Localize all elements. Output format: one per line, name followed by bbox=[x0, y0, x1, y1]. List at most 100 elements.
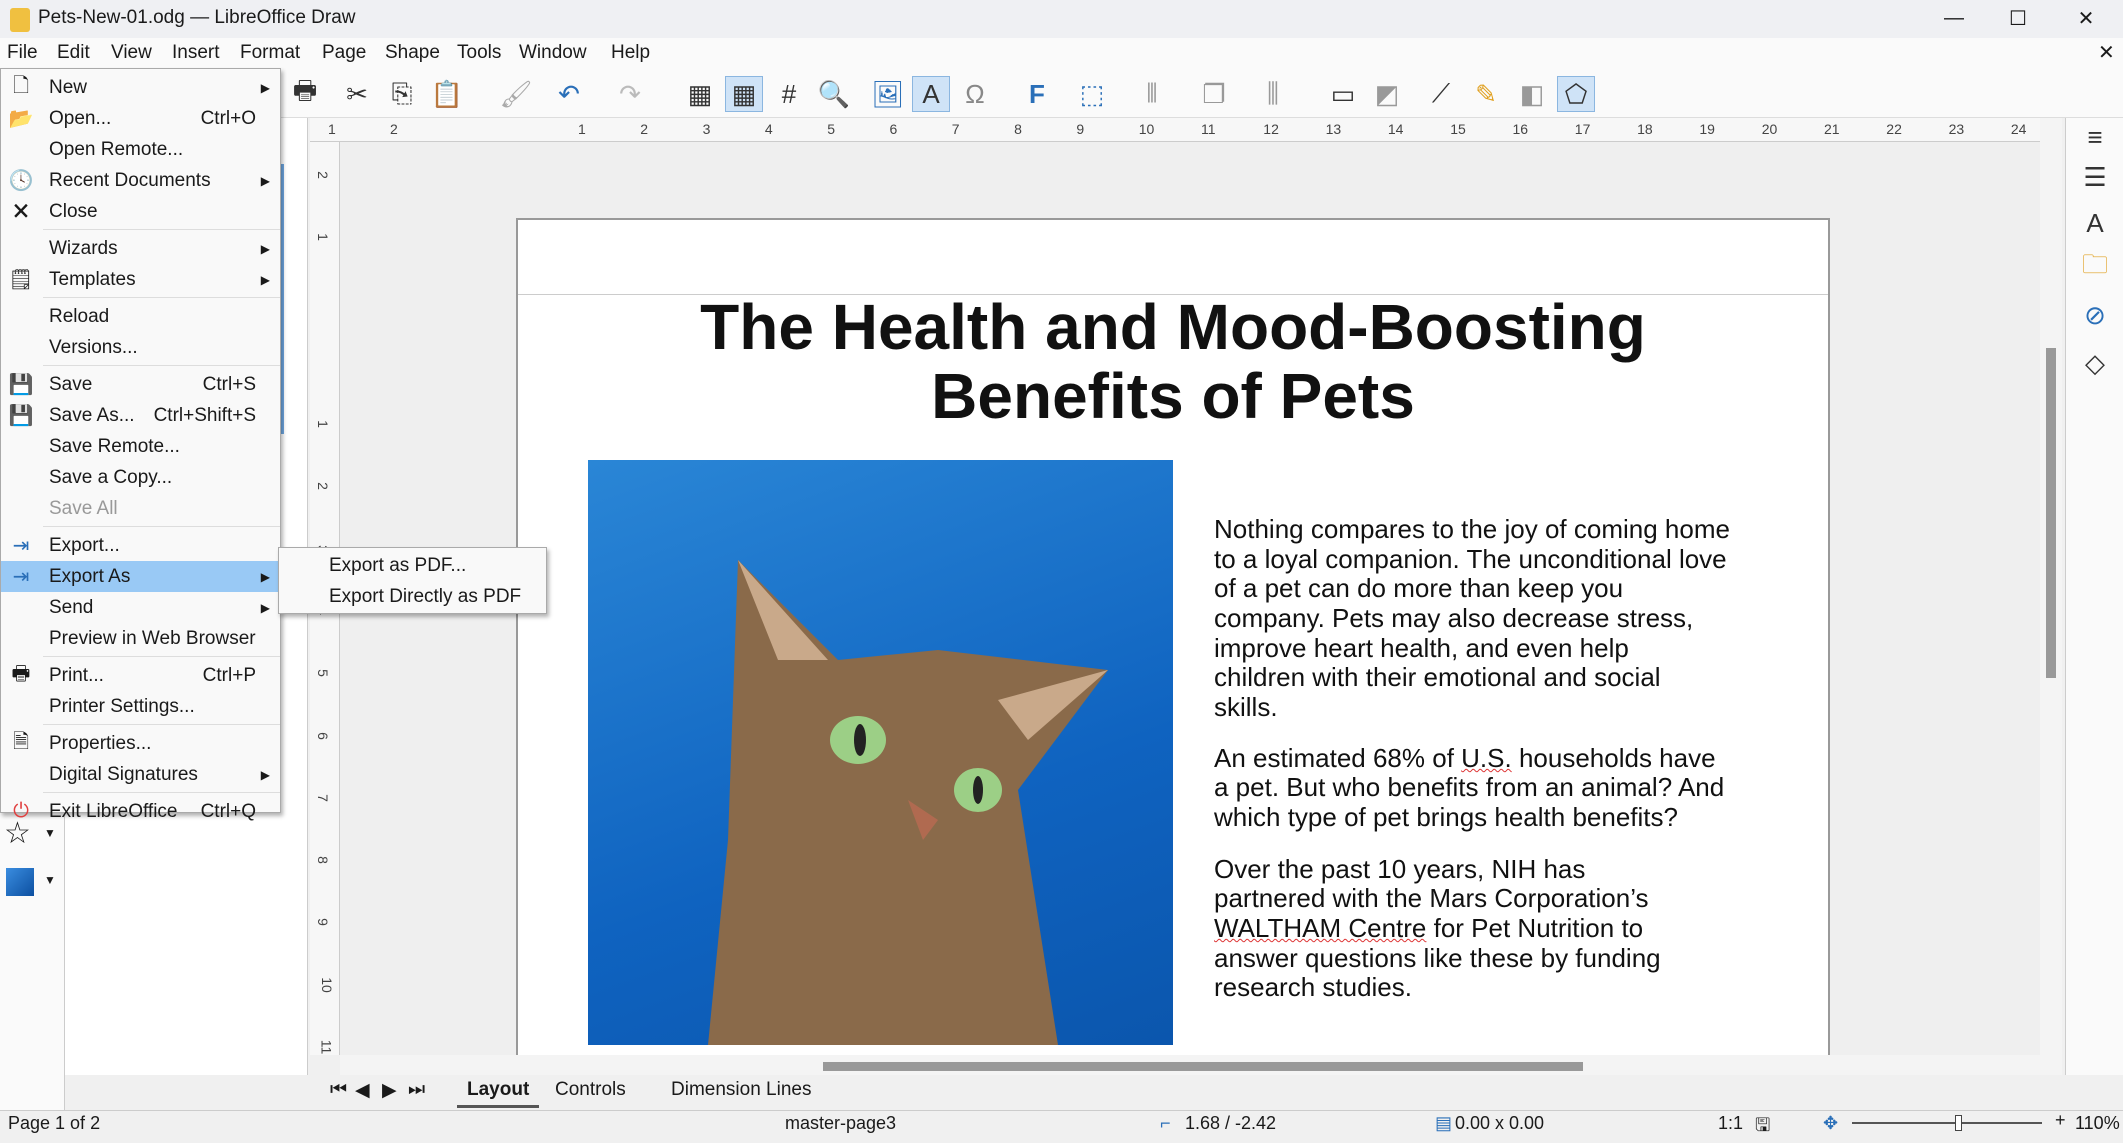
menu-window[interactable]: Window bbox=[519, 42, 587, 64]
cat-photo[interactable] bbox=[588, 460, 1173, 1045]
body-line[interactable]: Nothing compares to the joy of coming ho… bbox=[1214, 514, 1730, 545]
body-line[interactable]: skills. bbox=[1214, 692, 1278, 723]
last-tab-icon[interactable]: ⏭ bbox=[408, 1079, 425, 1101]
shapes-icon[interactable]: ◇ bbox=[2076, 344, 2114, 382]
body-line[interactable]: children with their emotional and social bbox=[1214, 662, 1661, 693]
glue-points-icon[interactable]: ✎ bbox=[1467, 76, 1505, 112]
menu-item-reload[interactable]: Reload bbox=[1, 301, 280, 332]
menu-page[interactable]: Page bbox=[322, 42, 366, 64]
transformations-icon[interactable]: ⬚ bbox=[1073, 76, 1111, 112]
menu-item-versions[interactable]: Versions... bbox=[1, 332, 280, 363]
copy-icon[interactable]: ⎘ bbox=[383, 76, 421, 112]
menu-format[interactable]: Format bbox=[240, 42, 300, 64]
menu-insert[interactable]: Insert bbox=[172, 42, 220, 64]
previous-tab-icon[interactable]: ◀ bbox=[355, 1079, 370, 1102]
menu-shape[interactable]: Shape bbox=[385, 42, 440, 64]
menu-item-wizards[interactable]: Wizards ▶ bbox=[1, 233, 280, 264]
close-document-icon[interactable]: ✕ bbox=[2098, 40, 2115, 65]
zoom-icon[interactable]: 🔍 bbox=[815, 76, 853, 112]
menu-item-export-as-pdf[interactable]: Export as PDF... bbox=[279, 550, 546, 581]
tab-controls[interactable]: Controls bbox=[555, 1079, 626, 1101]
distribute-icon[interactable]: ⫼ bbox=[1254, 76, 1292, 112]
document-title-line-1[interactable]: The Health and Mood-Boosting bbox=[518, 290, 1828, 364]
paste-icon[interactable]: 📋 bbox=[428, 76, 466, 112]
zoom-slider[interactable] bbox=[1852, 1115, 2042, 1131]
menu-item-export-directly-as-pdf[interactable]: Export Directly as PDF bbox=[279, 581, 546, 612]
body-line[interactable]: answer questions like these by funding bbox=[1214, 943, 1661, 974]
menu-view[interactable]: View bbox=[111, 42, 152, 64]
align-icon[interactable]: ⫴ bbox=[1133, 76, 1171, 112]
body-line[interactable]: improve heart health, and even help bbox=[1214, 633, 1629, 664]
maximize-button[interactable]: ☐ bbox=[1986, 0, 2050, 36]
close-window-button[interactable]: ✕ bbox=[2054, 0, 2118, 36]
body-line[interactable]: of a pet can do more than keep you bbox=[1214, 573, 1623, 604]
body-line[interactable]: Over the past 10 years, NIH has bbox=[1214, 854, 1585, 885]
drawing-canvas[interactable]: The Health and Mood-Boosting Benefits of… bbox=[340, 142, 2040, 1055]
3d-objects-icon[interactable] bbox=[6, 868, 34, 896]
menu-item-send[interactable]: Send ▶ bbox=[1, 592, 280, 623]
redo-icon[interactable]: ↷ bbox=[611, 76, 649, 112]
fontwork-icon[interactable]: F bbox=[1018, 76, 1056, 112]
menu-item-templates[interactable]: 🗒 Templates ▶ bbox=[1, 264, 280, 295]
body-line[interactable]: research studies. bbox=[1214, 972, 1412, 1003]
chevron-down-icon[interactable]: ▼ bbox=[44, 873, 56, 887]
undo-icon[interactable]: ↶ bbox=[550, 76, 588, 112]
menu-item-new[interactable]: 🗋 New ▶ bbox=[1, 72, 280, 103]
tab-layout[interactable]: Layout bbox=[457, 1079, 540, 1108]
gallery-icon[interactable]: 🗀 bbox=[2076, 249, 2114, 287]
menu-item-properties[interactable]: 🗎 Properties... bbox=[1, 728, 280, 759]
textbox-icon[interactable]: A bbox=[912, 76, 950, 112]
menu-item-save[interactable]: 💾 Save Ctrl+S bbox=[1, 369, 280, 400]
menu-item-preview-in-web-browser[interactable]: Preview in Web Browser bbox=[1, 623, 280, 654]
misspelled-word[interactable]: WALTHAM Centre bbox=[1214, 913, 1426, 943]
vertical-scrollbar[interactable] bbox=[2040, 118, 2062, 1075]
body-line[interactable]: partnered with the Mars Corporation’s bbox=[1214, 883, 1649, 914]
zoom-slider-handle[interactable] bbox=[1955, 1115, 1962, 1131]
menu-item-close[interactable]: 🗙 Close bbox=[1, 196, 280, 227]
menu-edit[interactable]: Edit bbox=[57, 42, 90, 64]
menu-item-digital-signatures[interactable]: Digital Signatures ▶ bbox=[1, 759, 280, 790]
special-character-icon[interactable]: Ω bbox=[956, 76, 994, 112]
menu-item-save-remote[interactable]: Save Remote... bbox=[1, 431, 280, 462]
shadow-icon[interactable]: ▭ bbox=[1324, 76, 1362, 112]
body-line[interactable]: a pet. But who benefits from an animal? … bbox=[1214, 772, 1724, 803]
minimize-button[interactable]: — bbox=[1922, 0, 1986, 36]
clone-formatting-icon[interactable]: 🖌 bbox=[497, 76, 535, 112]
menu-item-export[interactable]: ⇥ Export... bbox=[1, 530, 280, 561]
body-line[interactable]: WALTHAM Centre for Pet Nutrition to bbox=[1214, 913, 1643, 944]
body-line[interactable]: An estimated 68% of U.S. households have bbox=[1214, 743, 1716, 774]
menu-item-save-as[interactable]: 💾 Save As... Ctrl+Shift+S bbox=[1, 400, 280, 431]
menu-item-export-as[interactable]: ⇥ Export As ▶ bbox=[1, 561, 280, 592]
vertical-scroll-thumb[interactable] bbox=[2046, 348, 2056, 678]
menu-help[interactable]: Help bbox=[611, 42, 650, 64]
points-icon[interactable]: ⟋ bbox=[1422, 76, 1460, 112]
menu-tools[interactable]: Tools bbox=[457, 42, 501, 64]
print-icon[interactable]: 🖶 bbox=[286, 75, 324, 112]
misspelled-word[interactable]: U.S. bbox=[1461, 743, 1512, 773]
body-line[interactable]: which type of pet brings health benefits… bbox=[1214, 802, 1678, 833]
menu-item-recent-documents[interactable]: 🕓 Recent Documents ▶ bbox=[1, 165, 280, 196]
properties-icon[interactable]: ☰ bbox=[2076, 158, 2114, 196]
menu-item-printer-settings[interactable]: Printer Settings... bbox=[1, 691, 280, 722]
menu-file[interactable]: File bbox=[7, 42, 38, 64]
horizontal-scroll-thumb[interactable] bbox=[823, 1062, 1583, 1071]
menu-item-print[interactable]: 🖶 Print... Ctrl+P bbox=[1, 660, 280, 691]
navigator-icon[interactable]: ⊘ bbox=[2076, 296, 2114, 334]
body-line[interactable]: company. Pets may also decrease stress, bbox=[1214, 603, 1693, 634]
menu-item-open-remote[interactable]: Open Remote... bbox=[1, 134, 280, 165]
tab-dimension-lines[interactable]: Dimension Lines bbox=[671, 1079, 811, 1101]
menu-item-exit-libreoffice[interactable]: ⏻ Exit LibreOffice Ctrl+Q bbox=[1, 796, 280, 827]
crop-icon[interactable]: ◩ bbox=[1368, 76, 1406, 112]
cut-icon[interactable]: ✂ bbox=[338, 76, 376, 112]
first-tab-icon[interactable]: ⏮ bbox=[330, 1079, 347, 1101]
body-line[interactable]: to a loyal companion. The unconditional … bbox=[1214, 544, 1727, 575]
snap-grid-icon[interactable]: # bbox=[770, 76, 808, 112]
document-title-line-2[interactable]: Benefits of Pets bbox=[518, 359, 1828, 433]
menu-item-save-all[interactable]: Save All bbox=[1, 493, 280, 524]
menu-item-open[interactable]: 📂 Open... Ctrl+O bbox=[1, 103, 280, 134]
next-tab-icon[interactable]: ▶ bbox=[382, 1079, 397, 1102]
page-indicator[interactable]: Page 1 of 2 bbox=[8, 1113, 100, 1134]
zoom-level[interactable]: 110% bbox=[2075, 1113, 2120, 1134]
arrange-icon[interactable]: ❐ bbox=[1195, 76, 1233, 112]
styles-icon[interactable]: A bbox=[2076, 204, 2114, 242]
